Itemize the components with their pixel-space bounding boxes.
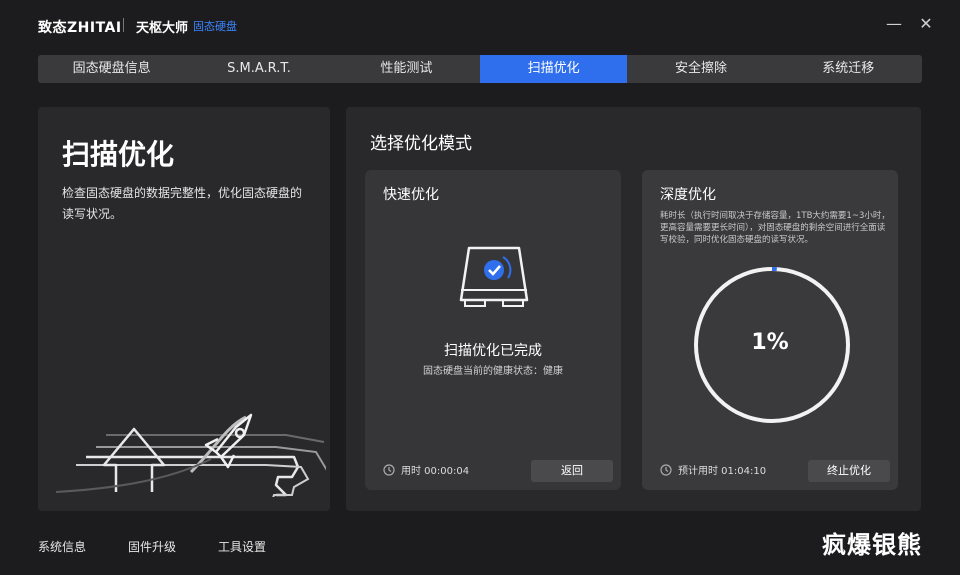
tab-ssd-info[interactable]: 固态硬盘信息 [38,55,185,83]
bottom-nav: 系统信息 固件升级 工具设置 [38,538,266,555]
estimated-time: 预计用时 01:04:10 [660,462,766,477]
firmware-upgrade-link[interactable]: 固件升级 [128,538,176,555]
mode-panel-title: 选择优化模式 [370,134,472,154]
tool-settings-link[interactable]: 工具设置 [218,538,266,555]
system-info-link[interactable]: 系统信息 [38,538,86,555]
tab-scan-optimize[interactable]: 扫描优化 [479,55,628,83]
deep-optimize-card[interactable]: 深度优化 耗时长（执行时间取决于存储容量，1TB大约需要1~3小时，更高容量需要… [642,170,898,490]
estimated-time-text: 预计用时 01:04:10 [678,466,767,477]
tab-smart[interactable]: S.M.A.R.T. [185,55,332,83]
app-name: 天枢大师 [136,21,189,36]
deep-optimize-title: 深度优化 [660,187,716,203]
mode-panel: 选择优化模式 快速优化 扫描优化已完成 固态硬盘当前的健康状态：健康 用时 00… [346,107,921,511]
intro-panel: 扫描优化 检查固态硬盘的数据完整性，优化固态硬盘的读写状况。 [38,107,330,511]
tab-performance[interactable]: 性能测试 [333,55,480,83]
ssd-check-icon [459,246,529,307]
tab-secure-erase[interactable]: 安全擦除 [627,55,774,83]
quick-optimize-title: 快速优化 [383,187,439,203]
back-button[interactable]: 返回 [531,460,613,482]
app-subtitle: 固态硬盘 [193,20,237,33]
close-icon[interactable]: ✕ [916,14,936,34]
health-status-text: 固态硬盘当前的健康状态：健康 [423,366,563,377]
progress-percent: 1% [751,330,789,355]
page-description: 检查固态硬盘的数据完整性，优化固态硬盘的读写状况。 [62,186,303,221]
motion-trail [55,458,212,493]
brand-logo: 致态ZHITAI [38,20,122,36]
tab-migration[interactable]: 系统迁移 [775,55,922,83]
page-title: 扫描优化 [62,138,175,171]
clock-icon [660,463,672,476]
quick-optimize-card[interactable]: 快速优化 扫描优化已完成 固态硬盘当前的健康状态：健康 用时 00:00:04 … [365,170,621,490]
title-bar: 致态ZHITAI 天枢大师 固态硬盘 — ✕ [0,0,960,48]
deep-optimize-description: 耗时长（执行时间取决于存储容量，1TB大约需要1~3小时，更高容量需要更长时间）… [660,211,890,245]
rocket-illustration [55,413,326,497]
watermark: 疯爆银熊 [822,531,922,559]
main-tabs: 固态硬盘信息 S.M.A.R.T. 性能测试 扫描优化 安全擦除 系统迁移 [38,55,922,83]
minimize-icon[interactable]: — [884,14,904,34]
clock-icon [383,463,395,476]
elapsed-time-text: 用时 00:00:04 [401,466,470,477]
elapsed-time: 用时 00:00:04 [383,462,469,477]
scan-complete-text: 扫描优化已完成 [444,343,542,359]
stop-optimize-button[interactable]: 终止优化 [808,460,890,482]
title-separator [123,18,124,32]
